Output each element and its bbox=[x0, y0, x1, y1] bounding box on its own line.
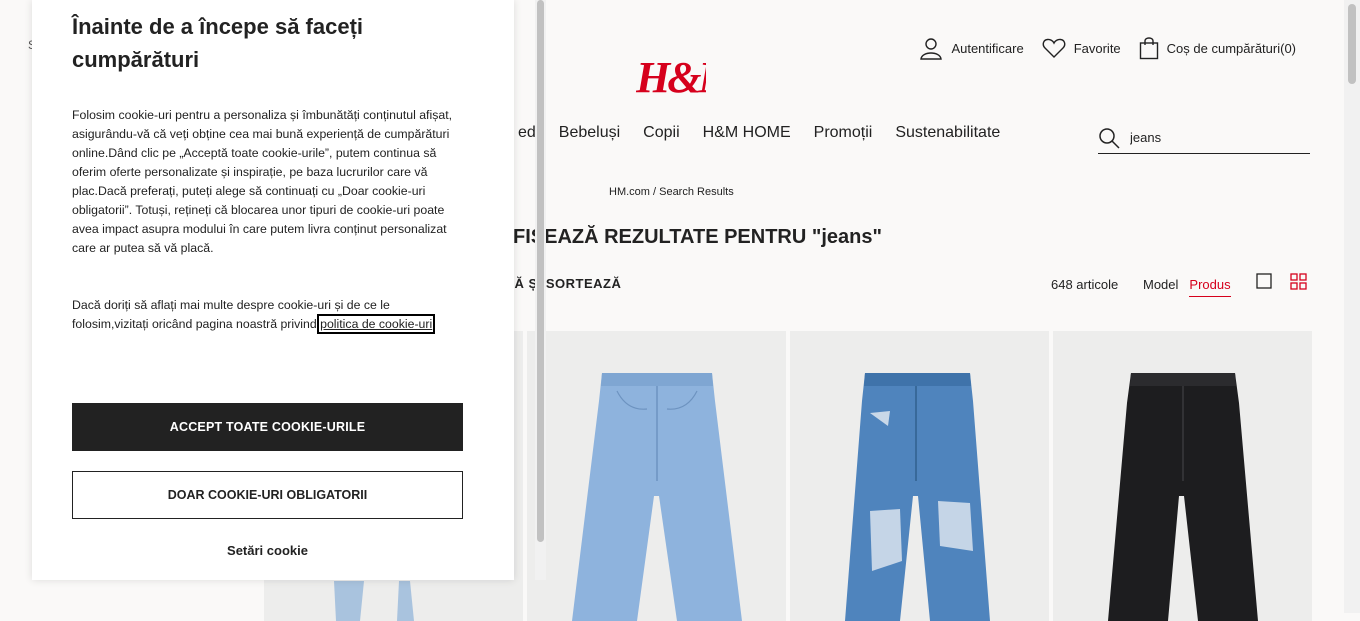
cookie-consent-modal: Înainte de a începe să faceți cumpărătur… bbox=[32, 0, 546, 580]
accept-all-cookies-button[interactable]: ACCEPT TOATE COOKIE-URILE bbox=[72, 403, 463, 451]
nav-item-promotii[interactable]: Promoții bbox=[814, 124, 873, 142]
search-box bbox=[1098, 122, 1310, 154]
modal-scrollbar-thumb[interactable] bbox=[537, 0, 544, 542]
multi-grid-icon[interactable] bbox=[1290, 273, 1307, 290]
view-model-tab[interactable]: Model bbox=[1143, 277, 1178, 297]
filter-sort-button[interactable]: ZĂ ȘI SORTEAZĂ bbox=[506, 276, 621, 291]
cart-label: Coș de cumpărături(0) bbox=[1166, 40, 1296, 56]
single-grid-icon[interactable] bbox=[1256, 273, 1272, 289]
cookie-title: Înainte de a începe să faceți cumpărătur… bbox=[72, 14, 364, 72]
favorites-label: Favorite bbox=[1073, 40, 1121, 56]
product-card-3[interactable] bbox=[790, 331, 1049, 621]
login-link[interactable]: Autentificare bbox=[919, 36, 1024, 60]
nav-item-bebelusi[interactable]: Bebeluși bbox=[559, 124, 620, 142]
nav-item-sustenabilitate[interactable]: Sustenabilitate bbox=[895, 124, 1000, 142]
cookie-description: Folosim cookie-uri pentru a personaliza … bbox=[72, 108, 453, 255]
black-jeans-image bbox=[1108, 373, 1258, 621]
results-title: FIȘEAZĂ REZULTATE PENTRU "jeans" bbox=[513, 226, 882, 248]
hm-logo[interactable]: H&M bbox=[635, 52, 742, 103]
view-product-tab[interactable]: Produs bbox=[1189, 277, 1231, 297]
required-cookies-button[interactable]: DOAR COOKIE-URI OBLIGATORII bbox=[72, 471, 463, 519]
product-card-4[interactable] bbox=[1053, 331, 1312, 621]
cart-link[interactable]: Coș de cumpărături(0) bbox=[1139, 36, 1296, 60]
login-label: Autentificare bbox=[951, 40, 1024, 56]
nav-item-copii[interactable]: Copii bbox=[643, 124, 679, 142]
nav-item-hm-home[interactable]: H&M HOME bbox=[703, 124, 791, 142]
search-input[interactable] bbox=[1128, 129, 1302, 146]
heart-icon bbox=[1042, 38, 1066, 58]
page-scrollbar[interactable] bbox=[1344, 0, 1360, 613]
jeans-image bbox=[572, 373, 742, 621]
ripped-jeans-image bbox=[845, 373, 990, 621]
modal-scrollbar[interactable] bbox=[535, 0, 546, 580]
main-nav: ed Bebeluși Copii H&M HOME Promoții Sust… bbox=[518, 124, 1023, 142]
grid-size-toggle bbox=[1256, 273, 1307, 290]
cookie-settings-link[interactable]: Setări cookie bbox=[72, 543, 463, 558]
logo-text: H&M bbox=[636, 53, 706, 98]
nav-item-partial[interactable]: ed bbox=[518, 124, 536, 142]
cookie-policy-link[interactable]: politica de cookie-uri bbox=[317, 314, 436, 334]
header-links: Autentificare Favorite Coș de cumpărătur… bbox=[919, 36, 1296, 60]
cookie-policy-paragraph: Dacă doriți să aflați mai multe despre c… bbox=[72, 296, 467, 334]
article-count: 648 articole bbox=[1051, 277, 1119, 292]
user-icon bbox=[920, 38, 943, 60]
favorites-link[interactable]: Favorite bbox=[1042, 37, 1121, 59]
search-icon[interactable] bbox=[1098, 127, 1120, 149]
breadcrumb[interactable]: HM.com / Search Results bbox=[609, 186, 734, 198]
product-card-2[interactable] bbox=[527, 331, 786, 621]
shopping-bag-icon bbox=[1139, 37, 1158, 60]
page-scrollbar-thumb[interactable] bbox=[1348, 4, 1356, 84]
view-toggle: Model Produs bbox=[1143, 277, 1231, 297]
hm-logo-icon: H&M bbox=[635, 53, 742, 102]
